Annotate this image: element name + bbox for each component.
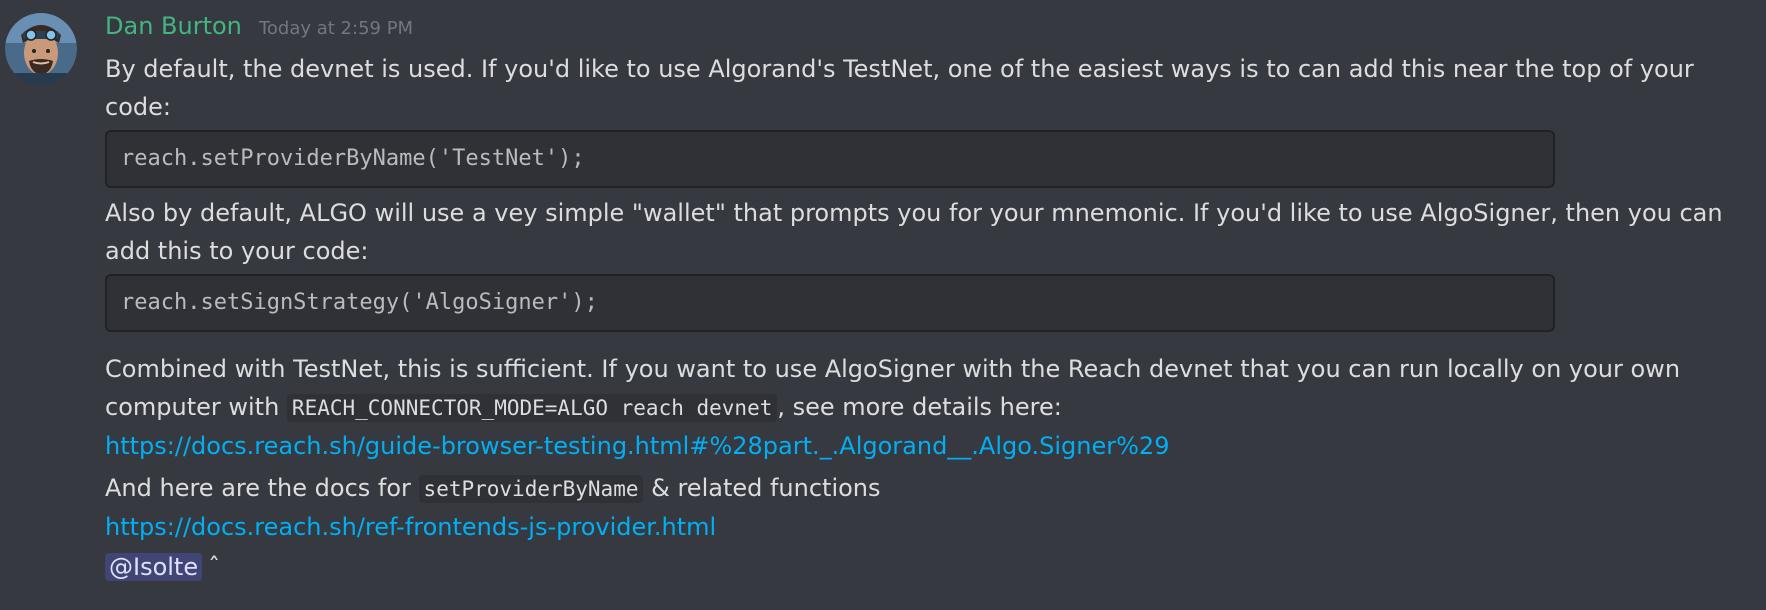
caret-text: ˆ [208, 553, 221, 581]
user-avatar[interactable] [5, 13, 77, 85]
link-browser-testing[interactable]: https://docs.reach.sh/guide-browser-test… [105, 432, 1169, 460]
link-provider-docs[interactable]: https://docs.reach.sh/ref-frontends-js-p… [105, 513, 716, 541]
message-content: By default, the devnet is used. If you'd… [105, 50, 1755, 586]
paragraph-docs: And here are the docs for setProviderByN… [105, 469, 1755, 508]
paragraph-docs-text-end: & related functions [643, 474, 881, 502]
paragraph-combined-text-end: , see more details here: [777, 393, 1062, 421]
avatar-illustration-icon [5, 13, 77, 85]
inline-code-connector-mode: REACH_CONNECTOR_MODE=ALGO reach devnet [286, 394, 778, 422]
author-name[interactable]: Dan Burton [105, 12, 242, 40]
paragraph-devnet: By default, the devnet is used. If you'd… [105, 55, 1694, 121]
link-paragraph-1: https://docs.reach.sh/guide-browser-test… [105, 427, 1755, 465]
link-paragraph-2: https://docs.reach.sh/ref-frontends-js-p… [105, 508, 1755, 546]
message-header: Dan Burton Today at 2:59 PM [105, 12, 413, 50]
mention-line: @Isolte ˆ [105, 548, 1755, 586]
message-timestamp: Today at 2:59 PM [258, 18, 414, 39]
user-mention[interactable]: @Isolte [105, 553, 203, 581]
chat-message: Dan Burton Today at 2:59 PM By default, … [0, 0, 1766, 610]
code-block-set-provider: reach.setProviderByName('TestNet'); [105, 130, 1555, 188]
paragraph-docs-text: And here are the docs for [105, 474, 419, 502]
paragraph-combined: Combined with TestNet, this is sufficien… [105, 350, 1755, 427]
code-block-sign-strategy: reach.setSignStrategy('AlgoSigner'); [105, 274, 1555, 332]
paragraph-wallet: Also by default, ALGO will use a vey sim… [105, 199, 1723, 265]
inline-code-set-provider: setProviderByName [418, 475, 644, 503]
